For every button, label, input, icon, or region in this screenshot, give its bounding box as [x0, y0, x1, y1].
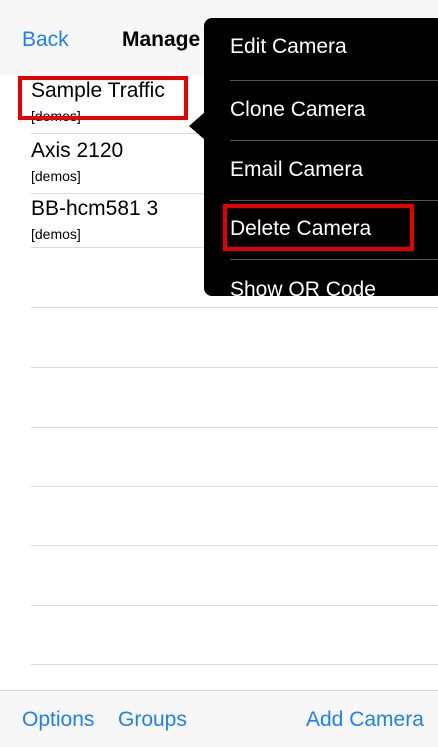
empty-row-divider: [31, 664, 438, 665]
menu-item-label: Show QR Code: [230, 278, 376, 296]
camera-group: [demos]: [31, 168, 81, 184]
highlight-box-camera-row: [18, 76, 188, 120]
add-camera-button[interactable]: Add Camera: [306, 708, 424, 732]
menu-item-label: Email Camera: [230, 158, 364, 181]
back-button[interactable]: Back: [22, 28, 69, 52]
menu-item-email-camera[interactable]: Email Camera: [204, 141, 438, 201]
bottom-toolbar: Options Groups Add Camera: [0, 690, 438, 747]
options-button[interactable]: Options: [22, 708, 94, 732]
camera-group: [demos]: [31, 226, 81, 242]
camera-name: Axis 2120: [31, 139, 124, 162]
highlight-box-delete-camera: [223, 204, 414, 251]
camera-name: BB-hcm581 3: [31, 197, 159, 220]
empty-row-divider: [31, 605, 438, 606]
menu-divider: [230, 259, 438, 260]
groups-button[interactable]: Groups: [118, 708, 187, 732]
manage-cameras-screen: Back Manage Cameras Sample Traffic [demo…: [0, 0, 438, 747]
popover-arrow: [189, 112, 205, 140]
menu-item-edit-camera[interactable]: Edit Camera: [204, 18, 438, 78]
empty-row-divider: [31, 486, 438, 487]
menu-item-clone-camera[interactable]: Clone Camera: [204, 81, 438, 141]
empty-row-divider: [31, 307, 438, 308]
menu-item-label: Clone Camera: [230, 98, 366, 121]
empty-row-divider: [31, 545, 438, 546]
menu-item-label: Edit Camera: [230, 35, 347, 58]
menu-item-show-qr-code[interactable]: Show QR Code: [204, 261, 438, 296]
empty-row-divider: [31, 367, 438, 368]
empty-row-divider: [31, 427, 438, 428]
camera-action-menu: Edit Camera Clone Camera Email Camera De…: [204, 18, 438, 296]
